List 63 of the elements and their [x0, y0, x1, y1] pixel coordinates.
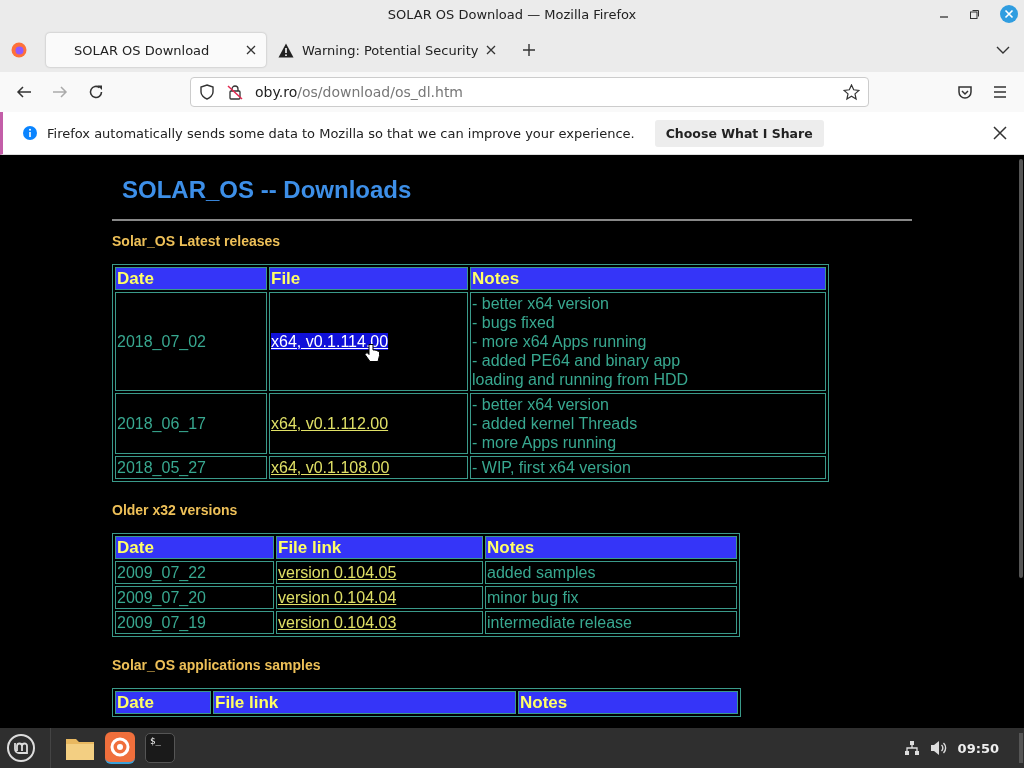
- column-header: Notes: [470, 267, 826, 290]
- terminal-icon[interactable]: $_: [145, 733, 175, 763]
- menu-logo-icon[interactable]: [6, 733, 36, 763]
- close-tab-icon[interactable]: [246, 45, 256, 55]
- download-link[interactable]: version 0.104.05: [278, 564, 397, 581]
- column-header: Date: [115, 536, 274, 559]
- browser-tab[interactable]: Warning: Potential Security: [270, 33, 507, 67]
- notification-message: Firefox automatically sends some data to Mozilla so that we can improve your experience.: [47, 125, 635, 141]
- download-link[interactable]: x64, v0.1.108.00: [271, 459, 390, 476]
- column-header: File link: [213, 691, 516, 714]
- column-header: Date: [115, 691, 211, 714]
- column-header: Date: [115, 267, 267, 290]
- new-tab-icon[interactable]: [522, 43, 537, 57]
- browser-task-icon[interactable]: [105, 732, 135, 764]
- back-icon[interactable]: [16, 84, 32, 100]
- section-title: Solar_OS applications samples: [112, 657, 322, 674]
- network-icon[interactable]: [903, 740, 920, 756]
- info-icon: [23, 126, 37, 140]
- table-cell: 2018_05_27: [115, 456, 267, 479]
- url-path[interactable]: /os/download/os_dl.htm: [297, 84, 463, 100]
- clock[interactable]: 09:50: [957, 740, 999, 756]
- browser-logo-icon[interactable]: [11, 42, 27, 58]
- window-title: SOLAR OS Download — Mozilla Firefox: [387, 6, 637, 22]
- download-link[interactable]: version 0.104.03: [278, 614, 397, 631]
- table-cell: - better x64 version - bugs fixed - more x64 Apps running - added PE64 and binary app loading and running from HDD: [470, 292, 826, 391]
- table-cell: 2018_07_02: [115, 292, 267, 391]
- insecure-lock-icon[interactable]: [227, 84, 243, 100]
- download-link[interactable]: x64, v0.1.114.00: [271, 333, 389, 350]
- address-bar[interactable]: oby.ro/os/download/os_dl.htm: [190, 77, 869, 107]
- forward-icon: [52, 84, 68, 100]
- url-host[interactable]: oby.ro: [255, 84, 298, 100]
- table-cell: added samples: [485, 561, 737, 584]
- bookmark-star-icon[interactable]: [843, 83, 860, 101]
- table-cell: 2009_07_20: [115, 586, 274, 609]
- table-cell: intermediate release: [485, 611, 737, 634]
- table-cell: 2009_07_19: [115, 611, 274, 634]
- menu-icon[interactable]: [993, 86, 1007, 98]
- section-title: Solar_OS Latest releases: [112, 233, 282, 250]
- chevron-down-icon[interactable]: [996, 45, 1010, 55]
- volume-icon[interactable]: [929, 740, 948, 756]
- column-header: Notes: [485, 536, 737, 559]
- choose-what-i-share-button[interactable]: Choose What I Share: [654, 119, 824, 147]
- maximize-icon[interactable]: [969, 8, 980, 20]
- scrollbar[interactable]: [1019, 159, 1023, 578]
- close-icon[interactable]: [993, 126, 1007, 140]
- reload-icon[interactable]: [88, 84, 104, 100]
- warning-icon: [278, 42, 294, 58]
- table-cell: 2018_06_17: [115, 393, 267, 454]
- column-header: File link: [276, 536, 483, 559]
- section-title: Older x32 versions: [112, 502, 239, 519]
- column-header: Notes: [518, 691, 738, 714]
- download-link[interactable]: version 0.104.04: [278, 589, 397, 606]
- page-heading: SOLAR_OS -- Downloads: [121, 175, 413, 205]
- shield-icon[interactable]: [199, 84, 215, 100]
- browser-tab[interactable]: SOLAR OS Download: [46, 33, 266, 67]
- pocket-icon[interactable]: [957, 84, 973, 100]
- table-cell: minor bug fix: [485, 586, 737, 609]
- column-header: File: [269, 267, 468, 290]
- table-cell: - WIP, first x64 version: [470, 456, 826, 479]
- table-cell: - better x64 version - added kernel Threads - more Apps running: [470, 393, 826, 454]
- close-tab-icon[interactable]: [486, 45, 497, 55]
- download-link[interactable]: x64, v0.1.112.00: [271, 415, 389, 432]
- table-cell: 2009_07_22: [115, 561, 274, 584]
